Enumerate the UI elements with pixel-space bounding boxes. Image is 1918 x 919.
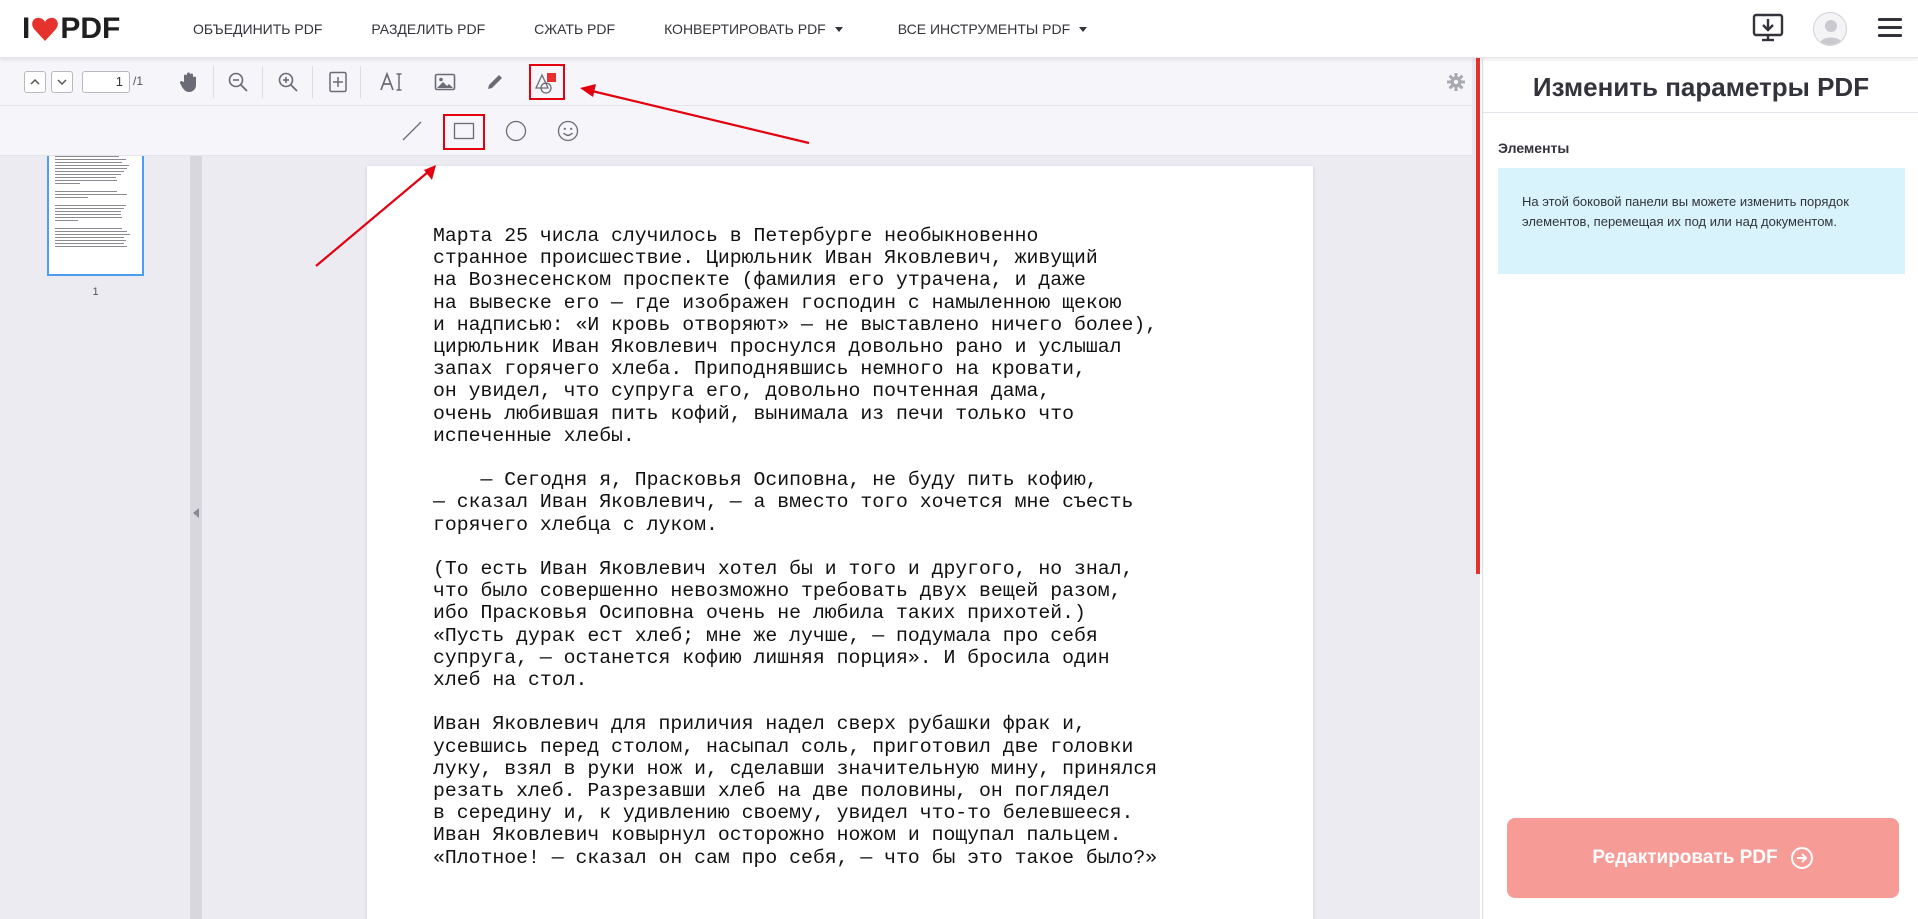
logo-letter-i: I	[22, 12, 31, 45]
add-text-button[interactable]	[377, 69, 407, 95]
chevron-left-icon	[193, 508, 199, 518]
right-sidebar: Изменить параметры PDF Элементы На этой …	[1482, 58, 1918, 919]
nav-split-pdf[interactable]: РАЗДЕЛИТЬ PDF	[371, 21, 485, 37]
sidebar-divider	[1483, 112, 1918, 113]
viewer-scrollbar-thumb[interactable]	[1476, 58, 1480, 574]
settings-button[interactable]	[1443, 69, 1469, 95]
sidebar-title: Изменить параметры PDF	[1532, 72, 1870, 102]
elements-section-title: Элементы	[1498, 140, 1570, 156]
nav-merge-pdf-label: ОБЪЕДИНИТЬ PDF	[193, 21, 323, 37]
toolbar-separator	[360, 66, 361, 98]
chevron-down-icon	[57, 79, 67, 86]
chevron-up-icon	[30, 78, 40, 85]
toolbar-separator	[262, 66, 263, 98]
nav-all-tools-dropdown[interactable]: ВСЕ ИНСТРУМЕНТЫ PDF	[897, 21, 1088, 37]
zoom-in-icon	[278, 72, 298, 92]
line-icon	[402, 121, 422, 141]
settings-icon	[1447, 73, 1465, 91]
hand-tool-button[interactable]	[176, 69, 202, 95]
shapes-tool-highlight	[529, 64, 565, 100]
logo-text-pdf: PDF	[60, 12, 121, 45]
editor-toolbar: 1 /1	[0, 58, 1480, 106]
fit-page-icon	[329, 71, 347, 93]
user-avatar-icon[interactable]	[1813, 12, 1847, 46]
page-thumbnails-panel: 1	[0, 156, 190, 919]
smiley-icon	[557, 120, 579, 142]
add-image-button[interactable]	[432, 69, 458, 95]
thumbnail-page-number: 1	[92, 286, 99, 298]
edit-pdf-button[interactable]: Редактировать PDF	[1507, 818, 1899, 898]
nav-all-tools-label: ВСЕ ИНСТРУМЕНТЫ PDF	[897, 21, 1071, 37]
nav-convert-pdf-dropdown[interactable]: КОНВЕРТИРОВАТЬ PDF	[664, 21, 843, 37]
fit-page-button[interactable]	[325, 69, 351, 95]
shapes-subtoolbar	[0, 106, 1480, 156]
nav-compress-pdf[interactable]: СЖАТЬ PDF	[534, 21, 615, 37]
rectangle-tool-highlight	[443, 114, 485, 150]
arrow-circle-right-icon	[1790, 847, 1813, 869]
panel-collapse-handle[interactable]	[190, 156, 202, 919]
nav-split-pdf-label: РАЗДЕЛИТЬ PDF	[371, 21, 486, 37]
zoom-out-icon	[228, 72, 248, 92]
pdf-page[interactable]: Марта 25 числа случилось в Петербурге не…	[367, 166, 1313, 919]
pencil-icon	[488, 75, 502, 89]
nav-merge-pdf[interactable]: ОБЪЕДИНИТЬ PDF	[193, 21, 322, 37]
edit-pdf-button-label: Редактировать PDF	[1592, 847, 1778, 868]
toolbar-separator	[312, 66, 313, 98]
ilovepdf-logo[interactable]: I PDF	[22, 12, 120, 46]
pdf-page-text: Марта 25 числа случилось в Петербурге не…	[433, 225, 1158, 869]
caret-down-icon	[834, 26, 843, 32]
nav-compress-pdf-label: СЖАТЬ PDF	[534, 21, 616, 37]
hand-icon	[179, 72, 196, 92]
nav-convert-pdf-label: КОНВЕРТИРОВАТЬ PDF	[664, 21, 826, 37]
zoom-in-button[interactable]	[275, 69, 301, 95]
top-navbar: I PDF ОБЪЕДИНИТЬ PDF РАЗДЕЛИТЬ PDF СЖАТЬ…	[0, 0, 1918, 58]
smiley-shape-button[interactable]	[555, 118, 581, 144]
prev-page-button[interactable]	[24, 71, 46, 93]
page-thumbnail[interactable]	[47, 156, 144, 276]
image-icon	[434, 73, 456, 91]
ellipse-shape-button[interactable]	[503, 118, 529, 144]
page-number-input[interactable]: 1	[82, 71, 130, 93]
line-shape-button[interactable]	[399, 118, 425, 144]
text-icon	[380, 71, 402, 91]
caret-down-icon	[1079, 26, 1088, 32]
download-desktop-icon[interactable]	[1752, 13, 1784, 43]
toolbar-separator	[213, 66, 214, 98]
elements-info-box: На этой боковой панели вы можете изменит…	[1498, 168, 1905, 274]
main-nav: ОБЪЕДИНИТЬ PDF РАЗДЕЛИТЬ PDF СЖАТЬ PDF К…	[193, 0, 1136, 58]
next-page-button[interactable]	[51, 71, 73, 93]
zoom-out-button[interactable]	[225, 69, 251, 95]
page-total-label: /1	[133, 74, 144, 88]
draw-button[interactable]	[482, 69, 508, 95]
thumbnail-text-preview	[55, 156, 137, 249]
hamburger-menu-icon[interactable]	[1878, 18, 1902, 38]
ellipse-icon	[505, 120, 527, 142]
heart-logo-icon	[32, 17, 59, 41]
